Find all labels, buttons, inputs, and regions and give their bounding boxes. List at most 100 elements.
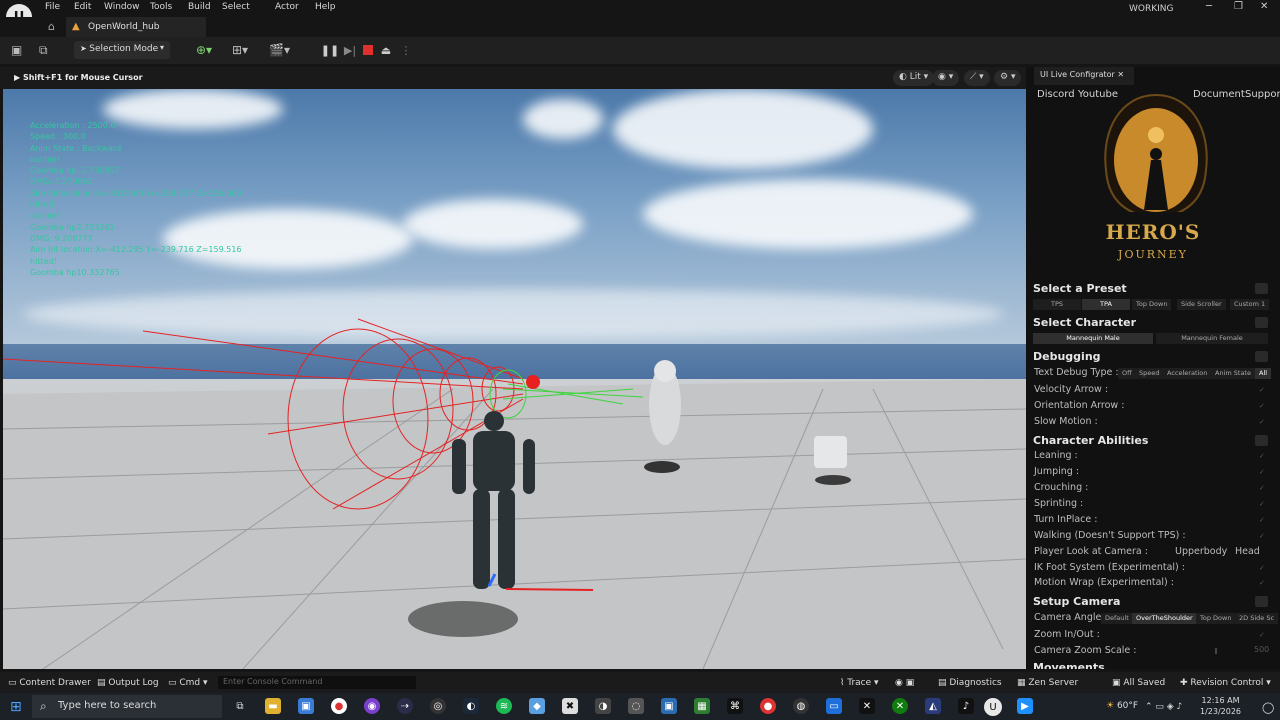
support-link[interactable]: Suppor bbox=[1245, 89, 1280, 100]
menu-tools[interactable]: Tools bbox=[150, 2, 172, 12]
close-tab-icon[interactable]: ✕ bbox=[1117, 70, 1124, 79]
xbox-icon[interactable]: ✕ bbox=[892, 698, 908, 714]
app-icon-7[interactable]: ◌ bbox=[628, 698, 644, 714]
app-icon-11[interactable]: ● bbox=[760, 698, 776, 714]
menu-select[interactable]: Actor bbox=[275, 2, 299, 12]
zoom-scale-slider[interactable] bbox=[1215, 648, 1217, 654]
viewport-settings-dropdown[interactable]: ⚙ ▾ bbox=[994, 70, 1022, 86]
camera-2d-side-scroller[interactable]: 2D Side Sc bbox=[1235, 613, 1279, 624]
preset-side-scroller[interactable]: Side Scroller bbox=[1177, 299, 1226, 310]
app-icon-8[interactable]: ▣ bbox=[661, 698, 677, 714]
content-drawer-button[interactable]: ▭ Content Drawer bbox=[8, 678, 91, 688]
steam-icon[interactable]: ◐ bbox=[463, 698, 479, 714]
menu-window[interactable]: Window bbox=[104, 2, 140, 12]
add-actor-icon[interactable]: ⊕▾ bbox=[196, 43, 212, 57]
spotify-icon[interactable]: ≋ bbox=[496, 698, 512, 714]
velocity-arrow-checkbox[interactable]: ✓ bbox=[1259, 386, 1265, 394]
preset-tps[interactable]: TPS bbox=[1033, 299, 1081, 310]
discord-link[interactable]: Discord bbox=[1037, 89, 1075, 100]
app-icon-5[interactable]: ✖ bbox=[562, 698, 578, 714]
app-icon-13[interactable]: ▭ bbox=[826, 698, 842, 714]
menu-platforms[interactable]: Select bbox=[222, 2, 250, 12]
jumping-checkbox[interactable]: ✓ bbox=[1259, 468, 1265, 476]
diagnostics-button[interactable]: ▤ Diagnostics bbox=[938, 678, 1002, 688]
console-command-input[interactable]: Enter Console Command bbox=[218, 676, 416, 689]
tiktok-icon[interactable]: ♪ bbox=[958, 698, 974, 714]
app-icon-10[interactable]: ⌘ bbox=[727, 698, 743, 714]
character-mannequin-male[interactable]: Mannequin Male bbox=[1033, 333, 1153, 344]
walking-checkbox[interactable]: ✓ bbox=[1259, 532, 1265, 540]
camera-top-down[interactable]: Top Down bbox=[1196, 613, 1236, 624]
game-viewport[interactable]: Acceleration : 2500.0 Speed : 300.0 Anim… bbox=[3, 89, 1026, 669]
sprinting-checkbox[interactable]: ✓ bbox=[1259, 500, 1265, 508]
debug-option-all[interactable]: All bbox=[1255, 368, 1272, 379]
zen-server-button[interactable]: ▦ Zen Server bbox=[1017, 678, 1078, 688]
chrome-icon[interactable]: ● bbox=[331, 698, 347, 714]
menu-actor[interactable]: Help bbox=[315, 2, 336, 12]
app-icon-4[interactable]: ◆ bbox=[529, 698, 545, 714]
minimize-icon[interactable]: ─ bbox=[1206, 1, 1212, 12]
menu-build[interactable]: Build bbox=[188, 2, 211, 12]
debug-option-acceleration[interactable]: Acceleration bbox=[1163, 368, 1212, 379]
save-icon[interactable]: ▣ bbox=[11, 43, 22, 57]
camera-over-the-shoulder[interactable]: OverTheShoulder bbox=[1132, 613, 1197, 624]
debug-option-off[interactable]: Off bbox=[1118, 368, 1136, 379]
app-icon-2[interactable]: ◉ bbox=[364, 698, 380, 714]
stop-button[interactable] bbox=[360, 41, 376, 59]
close-icon[interactable]: ✕ bbox=[1260, 1, 1268, 12]
turn-inplace-checkbox[interactable]: ✓ bbox=[1259, 516, 1265, 524]
look-option-upperbody[interactable]: Upperbody bbox=[1175, 546, 1227, 557]
weather-widget[interactable]: ☀ 60°F bbox=[1106, 701, 1138, 711]
app-icon-14[interactable]: ✕ bbox=[859, 698, 875, 714]
app-icon-1[interactable]: ▣ bbox=[298, 698, 314, 714]
view-mode-dropdown[interactable]: ◐ Lit ▾ bbox=[893, 70, 935, 86]
more-options-icon[interactable]: ⋮ bbox=[398, 41, 414, 59]
tab-ui-live-configurator[interactable]: UI Live Configrator ✕ bbox=[1034, 67, 1134, 85]
motion-wrap-checkbox[interactable]: ✓ bbox=[1259, 579, 1265, 587]
source-control-icon[interactable]: ⧉ bbox=[39, 43, 48, 58]
app-icon-6[interactable]: ◑ bbox=[595, 698, 611, 714]
step-icon[interactable]: ▶| bbox=[342, 41, 358, 59]
character-collapse-toggle[interactable] bbox=[1255, 317, 1268, 328]
character-mannequin-female[interactable]: Mannequin Female bbox=[1156, 333, 1268, 344]
look-option-head[interactable]: Head bbox=[1235, 546, 1260, 557]
tray-icons[interactable]: ⌃ ▭ ◈ ♪ bbox=[1145, 702, 1182, 712]
menu-file[interactable]: File bbox=[45, 2, 60, 12]
notification-icon[interactable]: ◯ bbox=[1262, 701, 1274, 714]
cinematics-icon[interactable]: 🎬▾ bbox=[269, 43, 290, 57]
debugging-collapse-toggle[interactable] bbox=[1255, 351, 1268, 362]
record-icon[interactable]: ◉ ▣ bbox=[895, 678, 914, 688]
abilities-collapse-toggle[interactable] bbox=[1255, 435, 1268, 446]
trace-dropdown[interactable]: ⌇ Trace ▾ bbox=[840, 678, 879, 688]
crouching-checkbox[interactable]: ✓ bbox=[1259, 484, 1265, 492]
taskbar-clock[interactable]: 12:16 AM 1/23/2026 bbox=[1200, 695, 1241, 717]
app-icon-16[interactable]: ▶ bbox=[1017, 698, 1033, 714]
snap-settings-dropdown[interactable]: ⟋ ▾ bbox=[964, 70, 990, 86]
orientation-arrow-checkbox[interactable]: ✓ bbox=[1259, 402, 1265, 410]
eject-icon[interactable]: ⏏ bbox=[378, 41, 394, 59]
tab-openworld-hub[interactable]: ▲ OpenWorld_hub bbox=[66, 17, 206, 37]
blueprint-icon[interactable]: ⊞▾ bbox=[232, 43, 248, 57]
preset-tpa[interactable]: TPA bbox=[1082, 299, 1130, 310]
revision-control-dropdown[interactable]: ✚ Revision Control ▾ bbox=[1180, 678, 1271, 688]
preset-custom-1[interactable]: Custom 1 bbox=[1230, 299, 1270, 310]
app-icon-12[interactable]: ◍ bbox=[793, 698, 809, 714]
ik-foot-checkbox[interactable]: ✓ bbox=[1259, 564, 1265, 572]
home-icon[interactable]: ⌂ bbox=[48, 20, 55, 33]
task-view-icon[interactable]: ⧉ bbox=[232, 698, 248, 714]
debug-option-speed[interactable]: Speed bbox=[1135, 368, 1164, 379]
slow-motion-checkbox[interactable]: ✓ bbox=[1259, 418, 1265, 426]
file-explorer-icon[interactable]: ▬ bbox=[265, 698, 281, 714]
preset-top-down[interactable]: Top Down bbox=[1132, 299, 1172, 310]
output-log-button[interactable]: ▤ Output Log bbox=[97, 678, 159, 688]
leaning-checkbox[interactable]: ✓ bbox=[1259, 452, 1265, 460]
menu-edit[interactable]: Edit bbox=[74, 2, 91, 12]
unreal-taskbar-icon[interactable]: U bbox=[984, 698, 1002, 716]
pause-icon[interactable]: ❚❚ bbox=[321, 41, 339, 59]
app-icon-15[interactable]: ◭ bbox=[925, 698, 941, 714]
all-saved-button[interactable]: ▣ All Saved bbox=[1112, 678, 1165, 688]
app-icon-9[interactable]: ▦ bbox=[694, 698, 710, 714]
preset-collapse-toggle[interactable] bbox=[1255, 283, 1268, 294]
windows-start-icon[interactable]: ⊞ bbox=[10, 699, 22, 715]
camera-default[interactable]: Default bbox=[1101, 613, 1133, 624]
